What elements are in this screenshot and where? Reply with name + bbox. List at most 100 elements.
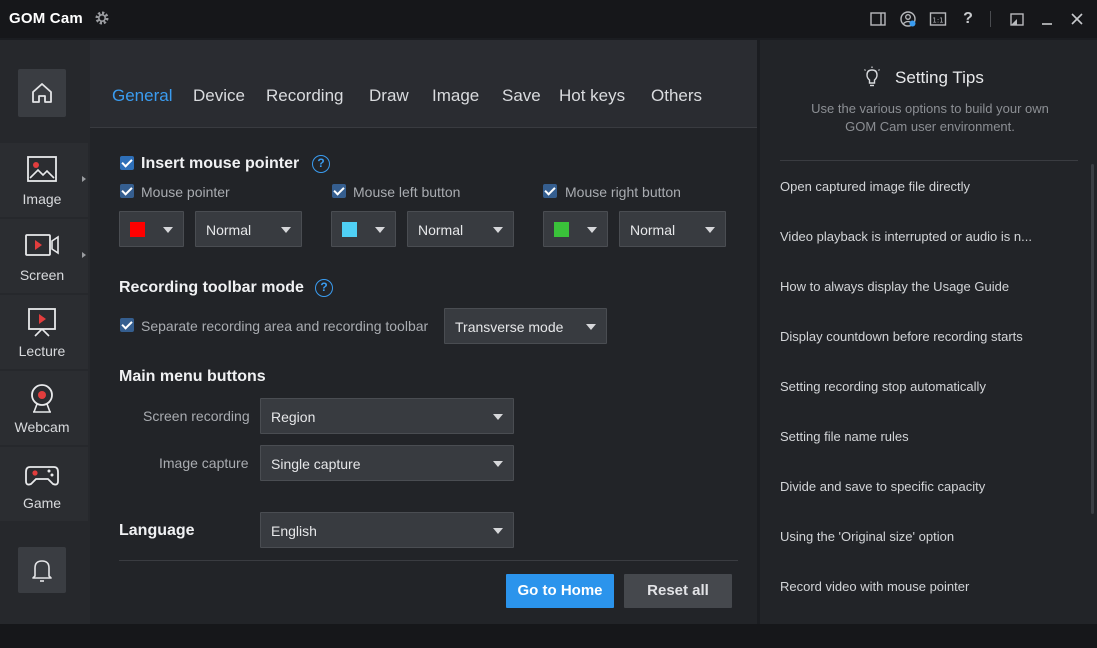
- image-capture-select[interactable]: Single capture: [260, 445, 514, 481]
- gom-cam-settings-window: GOM Cam 1:1 ? Image Screen Lecture Webca…: [0, 0, 1097, 648]
- expand-arrow-icon: [82, 252, 86, 258]
- mouse-right-button-checkbox[interactable]: [543, 184, 557, 198]
- nav-item-screen[interactable]: Screen: [0, 219, 88, 293]
- chevron-down-icon: [281, 227, 291, 233]
- color-swatch-cyan: [342, 222, 357, 237]
- help-icon[interactable]: ?: [315, 279, 333, 297]
- mouse-left-mode-select[interactable]: Normal: [407, 211, 514, 247]
- mouse-pointer-color-select[interactable]: [119, 211, 184, 247]
- mouse-left-button-checkbox[interactable]: [332, 184, 346, 198]
- select-value: Normal: [418, 222, 464, 238]
- screen-ratio-icon[interactable]: 1:1: [929, 10, 947, 28]
- separate-toolbar-label: Separate recording area and recording to…: [141, 318, 429, 334]
- nav-label-image: Image: [22, 191, 62, 207]
- chevron-down-icon: [705, 227, 715, 233]
- tip-link[interactable]: Setting file name rules: [780, 429, 1070, 444]
- setting-tips-panel: Setting Tips Use the various options to …: [760, 40, 1097, 624]
- select-value: Transverse mode: [455, 319, 564, 335]
- tab-others[interactable]: Others: [651, 86, 702, 106]
- screen-record-icon: [25, 234, 59, 256]
- nav-label-lecture: Lecture: [18, 343, 66, 359]
- home-button[interactable]: [18, 69, 66, 117]
- minimize-icon[interactable]: [1038, 10, 1056, 28]
- app-logo: GOM Cam: [9, 10, 83, 27]
- divider: [780, 160, 1078, 161]
- settings-gear-icon[interactable]: [94, 10, 110, 26]
- select-value: Normal: [206, 222, 252, 238]
- home-icon: [32, 83, 52, 103]
- settings-tabs: General Device Recording Draw Image Save…: [90, 40, 757, 128]
- separate-toolbar-checkbox[interactable]: [120, 318, 134, 332]
- nav-item-game[interactable]: Game: [0, 447, 88, 521]
- bell-icon: [32, 560, 52, 582]
- mouse-pointer-mode-select[interactable]: Normal: [195, 211, 302, 247]
- nav-label-webcam: Webcam: [14, 419, 70, 435]
- nav-item-webcam[interactable]: Webcam: [0, 371, 88, 445]
- nav-item-image[interactable]: Image: [0, 143, 88, 217]
- title-bar: GOM Cam 1:1 ?: [0, 0, 1097, 38]
- tip-link[interactable]: Display countdown before recording start…: [780, 329, 1070, 344]
- titlebar-divider: [990, 11, 991, 27]
- left-nav: Image Screen Lecture Webcam Game: [0, 40, 90, 624]
- chevron-down-icon: [493, 461, 503, 467]
- mouse-left-button-label: Mouse left button: [353, 184, 461, 200]
- settings-panel: General Device Recording Draw Image Save…: [90, 40, 757, 624]
- tab-device[interactable]: Device: [193, 86, 245, 106]
- language-select[interactable]: English: [260, 512, 514, 548]
- close-icon[interactable]: [1068, 10, 1086, 28]
- language-title: Language: [119, 522, 195, 539]
- nav-item-lecture[interactable]: Lecture: [0, 295, 88, 369]
- chevron-down-icon: [493, 528, 503, 534]
- mouse-pointer-checkbox[interactable]: [120, 184, 134, 198]
- chevron-down-icon: [587, 227, 597, 233]
- select-value: Single capture: [271, 456, 361, 472]
- mouse-right-mode-select[interactable]: Normal: [619, 211, 726, 247]
- insert-mouse-pointer-checkbox[interactable]: [120, 156, 134, 170]
- image-capture-label: Image capture: [159, 455, 249, 471]
- tab-draw[interactable]: Draw: [369, 86, 409, 106]
- reset-all-button[interactable]: Reset all: [624, 574, 732, 608]
- mouse-pointer-label: Mouse pointer: [141, 184, 230, 200]
- tip-link[interactable]: Divide and save to specific capacity: [780, 479, 1070, 494]
- setting-tips-subtitle: Use the various options to build your ow…: [811, 101, 1049, 116]
- tip-link[interactable]: Using the 'Original size' option: [780, 529, 1070, 544]
- setting-tips-title: Setting Tips: [895, 68, 984, 87]
- restore-icon[interactable]: [1008, 10, 1026, 28]
- account-icon[interactable]: [899, 10, 917, 28]
- color-swatch-green: [554, 222, 569, 237]
- window-mode-icon[interactable]: [869, 10, 887, 28]
- expand-arrow-icon: [82, 176, 86, 182]
- nav-label-game: Game: [22, 495, 62, 511]
- gamepad-icon: [25, 466, 59, 486]
- nav-label-screen: Screen: [19, 267, 65, 283]
- tip-link[interactable]: Record video with mouse pointer: [780, 579, 1070, 594]
- tab-image[interactable]: Image: [432, 86, 479, 106]
- webcam-icon: [31, 384, 53, 413]
- insert-mouse-pointer-title: Insert mouse pointer: [141, 155, 300, 172]
- setting-tips-subtitle: GOM Cam user environment.: [845, 119, 1015, 134]
- tip-link[interactable]: How to always display the Usage Guide: [780, 279, 1070, 294]
- help-icon[interactable]: ?: [312, 155, 330, 173]
- tip-link[interactable]: Setting recording stop automatically: [780, 379, 1070, 394]
- tip-link[interactable]: Open captured image file directly: [780, 179, 1070, 194]
- tab-general[interactable]: General: [112, 86, 172, 106]
- divider: [119, 560, 738, 561]
- image-icon: [27, 156, 57, 182]
- color-swatch-red: [130, 222, 145, 237]
- tips-scrollbar[interactable]: [1091, 164, 1094, 514]
- chevron-down-icon: [493, 227, 503, 233]
- tab-hot-keys[interactable]: Hot keys: [559, 86, 625, 106]
- notifications-button[interactable]: [18, 547, 66, 593]
- mouse-right-color-select[interactable]: [543, 211, 608, 247]
- go-to-home-button[interactable]: Go to Home: [506, 574, 614, 608]
- tab-save[interactable]: Save: [502, 86, 541, 106]
- screen-recording-select[interactable]: Region: [260, 398, 514, 434]
- mouse-right-button-label: Mouse right button: [565, 184, 681, 200]
- select-value: Region: [271, 409, 316, 425]
- help-icon[interactable]: ?: [959, 10, 977, 28]
- tab-recording[interactable]: Recording: [266, 86, 344, 106]
- mouse-left-color-select[interactable]: [331, 211, 396, 247]
- tip-link[interactable]: Video playback is interrupted or audio i…: [780, 229, 1070, 244]
- toolbar-mode-select[interactable]: Transverse mode: [444, 308, 607, 344]
- chevron-down-icon: [493, 414, 503, 420]
